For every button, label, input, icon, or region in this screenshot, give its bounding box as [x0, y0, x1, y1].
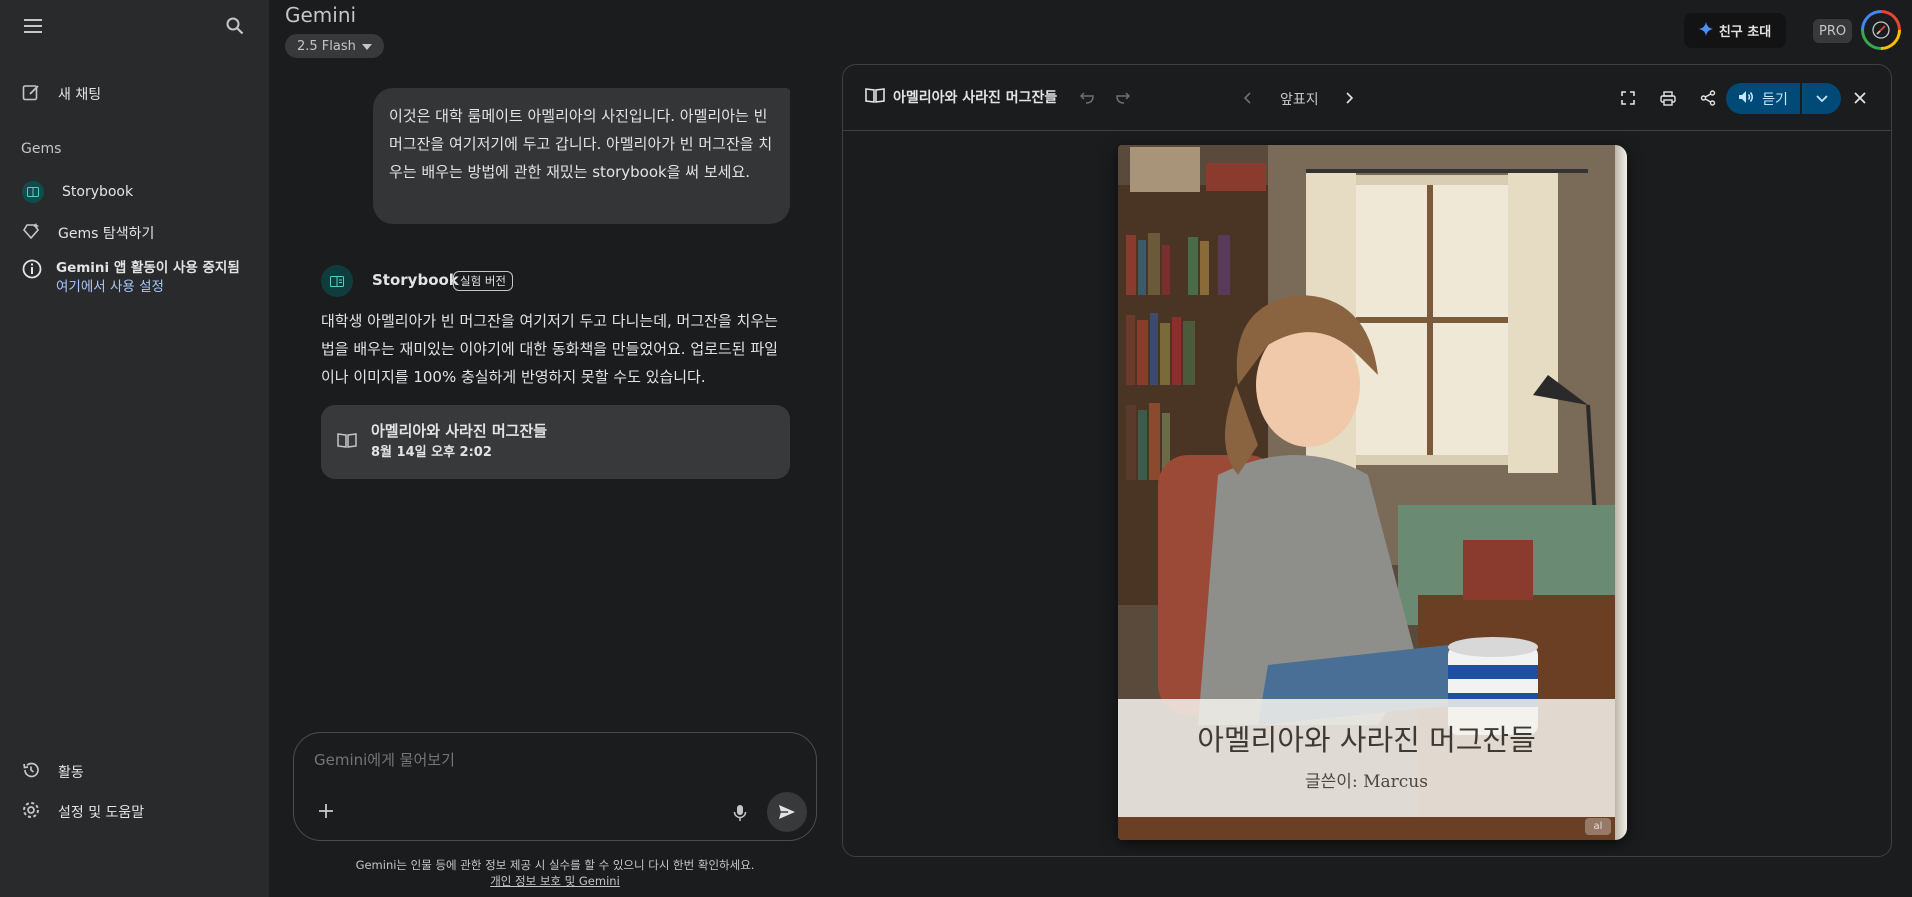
storybook-panel: 아멜리아와 사라진 머그잔들 앞표지 듣기 아멜리아와 사라진 머그잔들 글쓴이… [842, 64, 1892, 857]
close-icon[interactable] [1844, 82, 1876, 114]
sidebar-item-label: Storybook [62, 184, 134, 200]
model-selector[interactable]: 2.5 Flash [285, 34, 384, 58]
send-button[interactable] [767, 792, 807, 832]
panel-title: 아멜리아와 사라진 머그잔들 [893, 90, 1058, 106]
sidebar-item-explore-gems[interactable]: Gems 탐색하기 [16, 215, 257, 251]
page-label: 앞표지 [1280, 92, 1319, 108]
gear-icon [22, 801, 40, 823]
enable-activity-link[interactable]: 여기에서 사용 설정 [56, 278, 240, 297]
sidebar-item-settings[interactable]: 설정 및 도움말 [16, 794, 257, 830]
sidebar: 새 채팅 Gems Storybook Gems 탐색하기 Gemini 앱 활… [0, 0, 269, 897]
new-chat-label: 새 채팅 [58, 87, 102, 103]
storybook-gem-icon [22, 181, 44, 203]
panel-title-group: 아멜리아와 사라진 머그잔들 [865, 87, 1057, 107]
invite-friend-button[interactable]: 친구 초대 [1684, 13, 1786, 48]
redo-icon[interactable] [1107, 82, 1139, 114]
microphone-icon[interactable] [724, 797, 756, 829]
model-label: 2.5 Flash [297, 38, 356, 54]
model-response: 대학생 아멜리아가 빈 머그잔을 여기저기 두고 다니는데, 머그잔을 치우는 … [321, 312, 778, 386]
listen-group: 듣기 [1726, 83, 1841, 114]
book-cover: 아멜리아와 사라진 머그잔들 글쓴이: Marcus al [1118, 145, 1627, 840]
sidebar-item-storybook[interactable]: Storybook [16, 174, 257, 210]
prompt-box [293, 732, 817, 841]
gem-diamond-icon [22, 222, 40, 244]
cover-author: 글쓴이: Marcus [1305, 772, 1428, 792]
cover-spine [1615, 145, 1627, 840]
notice-title: Gemini 앱 활동이 사용 중지됨 [56, 260, 240, 276]
open-book-icon [865, 87, 885, 107]
next-page-icon[interactable] [1334, 82, 1366, 114]
cover-title: 아멜리아와 사라진 머그잔들 [1197, 723, 1536, 757]
storybook-card[interactable]: 아멜리아와 사라진 머그잔들 8월 14일 오후 2:02 [321, 405, 790, 479]
panel-header: 아멜리아와 사라진 머그잔들 앞표지 듣기 [843, 65, 1891, 131]
listen-label: 듣기 [1762, 91, 1788, 108]
gem-name: Storybook [372, 271, 459, 289]
new-chat-button[interactable]: 새 채팅 [16, 76, 257, 112]
prompt-input[interactable] [314, 751, 714, 769]
gemini-app: 새 채팅 Gems Storybook Gems 탐색하기 Gemini 앱 활… [0, 0, 1912, 897]
menu-icon[interactable] [13, 6, 53, 46]
experimental-badge: 실험 버전 [453, 271, 513, 291]
info-icon [22, 259, 42, 297]
sidebar-item-label: Gems 탐색하기 [58, 226, 155, 242]
chevron-down-icon [1815, 94, 1828, 102]
sidebar-item-label: 활동 [58, 765, 84, 781]
edit-icon [22, 83, 40, 105]
send-icon [779, 805, 795, 819]
profile-avatar[interactable] [1861, 10, 1901, 50]
sidebar-item-label: 설정 및 도움말 [58, 805, 145, 821]
card-title: 아멜리아와 사라진 머그잔들 [371, 422, 548, 440]
compass-icon [1872, 21, 1890, 39]
sparkle-icon [1698, 21, 1713, 40]
card-date: 8월 14일 오후 2:02 [371, 445, 492, 460]
cover-floor [1118, 817, 1615, 840]
pro-badge: PRO [1813, 19, 1853, 43]
sidebar-item-activity[interactable]: 활동 [16, 754, 257, 790]
fullscreen-icon[interactable] [1612, 82, 1644, 114]
cover-corner-mark: al [1585, 818, 1611, 835]
caret-down-icon [361, 39, 372, 54]
gems-heading: Gems [21, 141, 62, 157]
privacy-link[interactable]: 개인 정보 보호 및 Gemini [490, 874, 620, 888]
app-title: Gemini [285, 3, 357, 27]
print-icon[interactable] [1652, 82, 1684, 114]
undo-icon[interactable] [1071, 82, 1103, 114]
disclaimer-text: Gemini는 인물 등에 관한 정보 제공 시 실수를 할 수 있으니 다시 … [355, 858, 755, 872]
user-message: 이것은 대학 룸메이트 아멜리아의 사진입니다. 아멜리아는 빈 머그잔을 여기… [373, 88, 790, 224]
prev-page-icon[interactable] [1231, 82, 1263, 114]
listen-button[interactable]: 듣기 [1726, 83, 1800, 114]
activity-notice: Gemini 앱 활동이 사용 중지됨 여기에서 사용 설정 [22, 259, 262, 297]
invite-label: 친구 초대 [1718, 25, 1772, 40]
search-icon[interactable] [215, 6, 255, 46]
share-icon[interactable] [1692, 82, 1724, 114]
listen-options-button[interactable] [1802, 83, 1841, 114]
cover-text-band: 아멜리아와 사라진 머그잔들 글쓴이: Marcus [1118, 699, 1615, 817]
open-book-icon [337, 432, 357, 452]
speaker-icon [1738, 90, 1754, 108]
storybook-avatar [321, 265, 353, 297]
disclaimer: Gemini는 인물 등에 관한 정보 제공 시 실수를 할 수 있으니 다시 … [293, 857, 817, 889]
add-attachment-button[interactable] [310, 795, 342, 827]
history-icon [22, 761, 40, 783]
